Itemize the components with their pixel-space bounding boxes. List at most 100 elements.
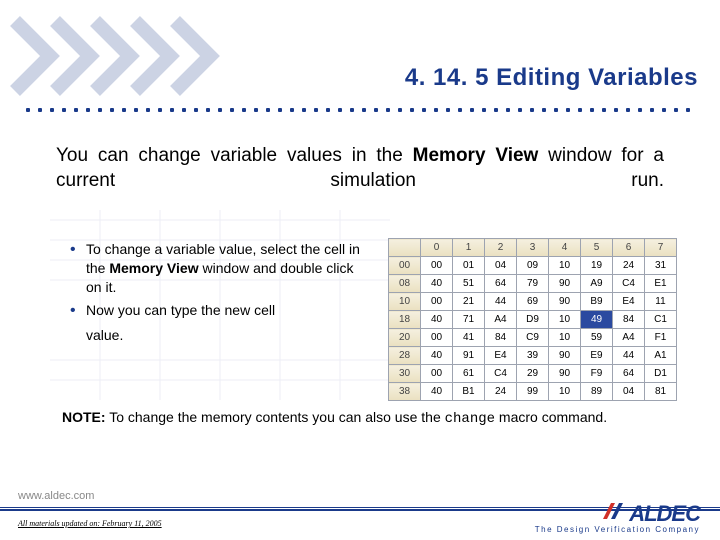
note-pre: To change the memory contents you can al… (106, 409, 445, 425)
bullet-item-1: To change a variable value, select the c… (70, 240, 370, 297)
memory-cell[interactable]: A4 (613, 329, 645, 347)
row-header[interactable]: 00 (389, 257, 421, 275)
memory-cell[interactable]: A1 (645, 347, 677, 365)
memory-cell[interactable]: 24 (613, 257, 645, 275)
memory-cell[interactable]: F1 (645, 329, 677, 347)
memory-cell[interactable]: E1 (645, 275, 677, 293)
table-row: 184071A4D9104984C1 (389, 311, 677, 329)
memory-cell[interactable]: 69 (517, 293, 549, 311)
memory-cell[interactable]: 71 (453, 311, 485, 329)
memory-cell[interactable]: 10 (549, 383, 581, 401)
memory-cell[interactable]: 41 (453, 329, 485, 347)
memory-cell[interactable]: 31 (645, 257, 677, 275)
memory-cell[interactable]: 29 (517, 365, 549, 383)
table-row: 100021446990B9E411 (389, 293, 677, 311)
memory-cell[interactable]: B1 (453, 383, 485, 401)
logo-mark-icon (601, 501, 627, 521)
memory-cell[interactable]: 49 (581, 311, 613, 329)
row-header[interactable]: 28 (389, 347, 421, 365)
col-header[interactable]: 4 (549, 239, 581, 257)
memory-cell[interactable]: 90 (549, 275, 581, 293)
memory-cell[interactable]: F9 (581, 365, 613, 383)
memory-cell[interactable]: E4 (485, 347, 517, 365)
memory-cell[interactable]: 10 (549, 329, 581, 347)
memory-cell[interactable]: 79 (517, 275, 549, 293)
memory-cell[interactable]: B9 (581, 293, 613, 311)
col-header[interactable]: 0 (421, 239, 453, 257)
memory-cell[interactable]: 84 (613, 311, 645, 329)
bullet-list: To change a variable value, select the c… (70, 240, 370, 344)
footer-logo-area: ALDEC The Design Verification Company (535, 501, 700, 534)
memory-cell[interactable]: 04 (613, 383, 645, 401)
memory-cell[interactable]: 00 (421, 329, 453, 347)
row-header[interactable]: 08 (389, 275, 421, 293)
memory-cell[interactable]: A9 (581, 275, 613, 293)
memory-cell[interactable]: 81 (645, 383, 677, 401)
memory-cell[interactable]: 64 (485, 275, 517, 293)
memory-cell[interactable]: 40 (421, 311, 453, 329)
memory-cell[interactable]: C9 (517, 329, 549, 347)
memory-cell[interactable]: 00 (421, 365, 453, 383)
memory-cell[interactable]: 90 (549, 365, 581, 383)
memory-cell[interactable]: 51 (453, 275, 485, 293)
logo-text: ALDEC (629, 501, 700, 527)
memory-cell[interactable]: A4 (485, 311, 517, 329)
row-header[interactable]: 20 (389, 329, 421, 347)
table-corner (389, 239, 421, 257)
memory-cell[interactable]: 89 (581, 383, 613, 401)
memory-cell[interactable]: 40 (421, 347, 453, 365)
memory-cell[interactable]: 59 (581, 329, 613, 347)
memory-cell[interactable]: 64 (613, 365, 645, 383)
col-header[interactable]: 1 (453, 239, 485, 257)
dotted-divider (22, 106, 698, 114)
memory-cell[interactable]: 99 (517, 383, 549, 401)
memory-cell[interactable]: D9 (517, 311, 549, 329)
memory-cell[interactable]: 00 (421, 257, 453, 275)
memory-cell[interactable]: 90 (549, 293, 581, 311)
row-header[interactable]: 18 (389, 311, 421, 329)
col-header[interactable]: 3 (517, 239, 549, 257)
bullet-tail: value. (70, 326, 370, 345)
memory-cell[interactable]: 09 (517, 257, 549, 275)
memory-cell[interactable]: 10 (549, 311, 581, 329)
memory-cell[interactable]: D1 (645, 365, 677, 383)
table-row: 300061C42990F964D1 (389, 365, 677, 383)
memory-cell[interactable]: 40 (421, 383, 453, 401)
col-header[interactable]: 2 (485, 239, 517, 257)
memory-cell[interactable]: 44 (613, 347, 645, 365)
memory-cell[interactable]: C1 (645, 311, 677, 329)
note-label: NOTE: (62, 409, 106, 425)
table-row: 284091E43990E944A1 (389, 347, 677, 365)
memory-cell[interactable]: 19 (581, 257, 613, 275)
memory-cell[interactable]: 24 (485, 383, 517, 401)
note-post: macro command. (495, 409, 607, 425)
memory-cell[interactable]: 44 (485, 293, 517, 311)
memory-view-table[interactable]: 01234567000001040910192431084051647990A9… (388, 238, 677, 401)
col-header[interactable]: 7 (645, 239, 677, 257)
memory-cell[interactable]: 40 (421, 275, 453, 293)
memory-cell[interactable]: E9 (581, 347, 613, 365)
memory-cell[interactable]: 91 (453, 347, 485, 365)
memory-cell[interactable]: 11 (645, 293, 677, 311)
memory-cell[interactable]: C4 (613, 275, 645, 293)
memory-cell[interactable]: C4 (485, 365, 517, 383)
col-header[interactable]: 6 (613, 239, 645, 257)
table-row: 3840B1249910890481 (389, 383, 677, 401)
memory-cell[interactable]: 01 (453, 257, 485, 275)
memory-cell[interactable]: 39 (517, 347, 549, 365)
memory-cell[interactable]: E4 (613, 293, 645, 311)
memory-cell[interactable]: 10 (549, 257, 581, 275)
row-header[interactable]: 10 (389, 293, 421, 311)
table-row: 20004184C91059A4F1 (389, 329, 677, 347)
table-row: 000001040910192431 (389, 257, 677, 275)
memory-cell[interactable]: 90 (549, 347, 581, 365)
bullet1-text: To change a variable value, select the c… (86, 241, 360, 295)
row-header[interactable]: 38 (389, 383, 421, 401)
memory-cell[interactable]: 84 (485, 329, 517, 347)
memory-cell[interactable]: 21 (453, 293, 485, 311)
memory-cell[interactable]: 61 (453, 365, 485, 383)
row-header[interactable]: 30 (389, 365, 421, 383)
col-header[interactable]: 5 (581, 239, 613, 257)
memory-cell[interactable]: 04 (485, 257, 517, 275)
memory-cell[interactable]: 00 (421, 293, 453, 311)
